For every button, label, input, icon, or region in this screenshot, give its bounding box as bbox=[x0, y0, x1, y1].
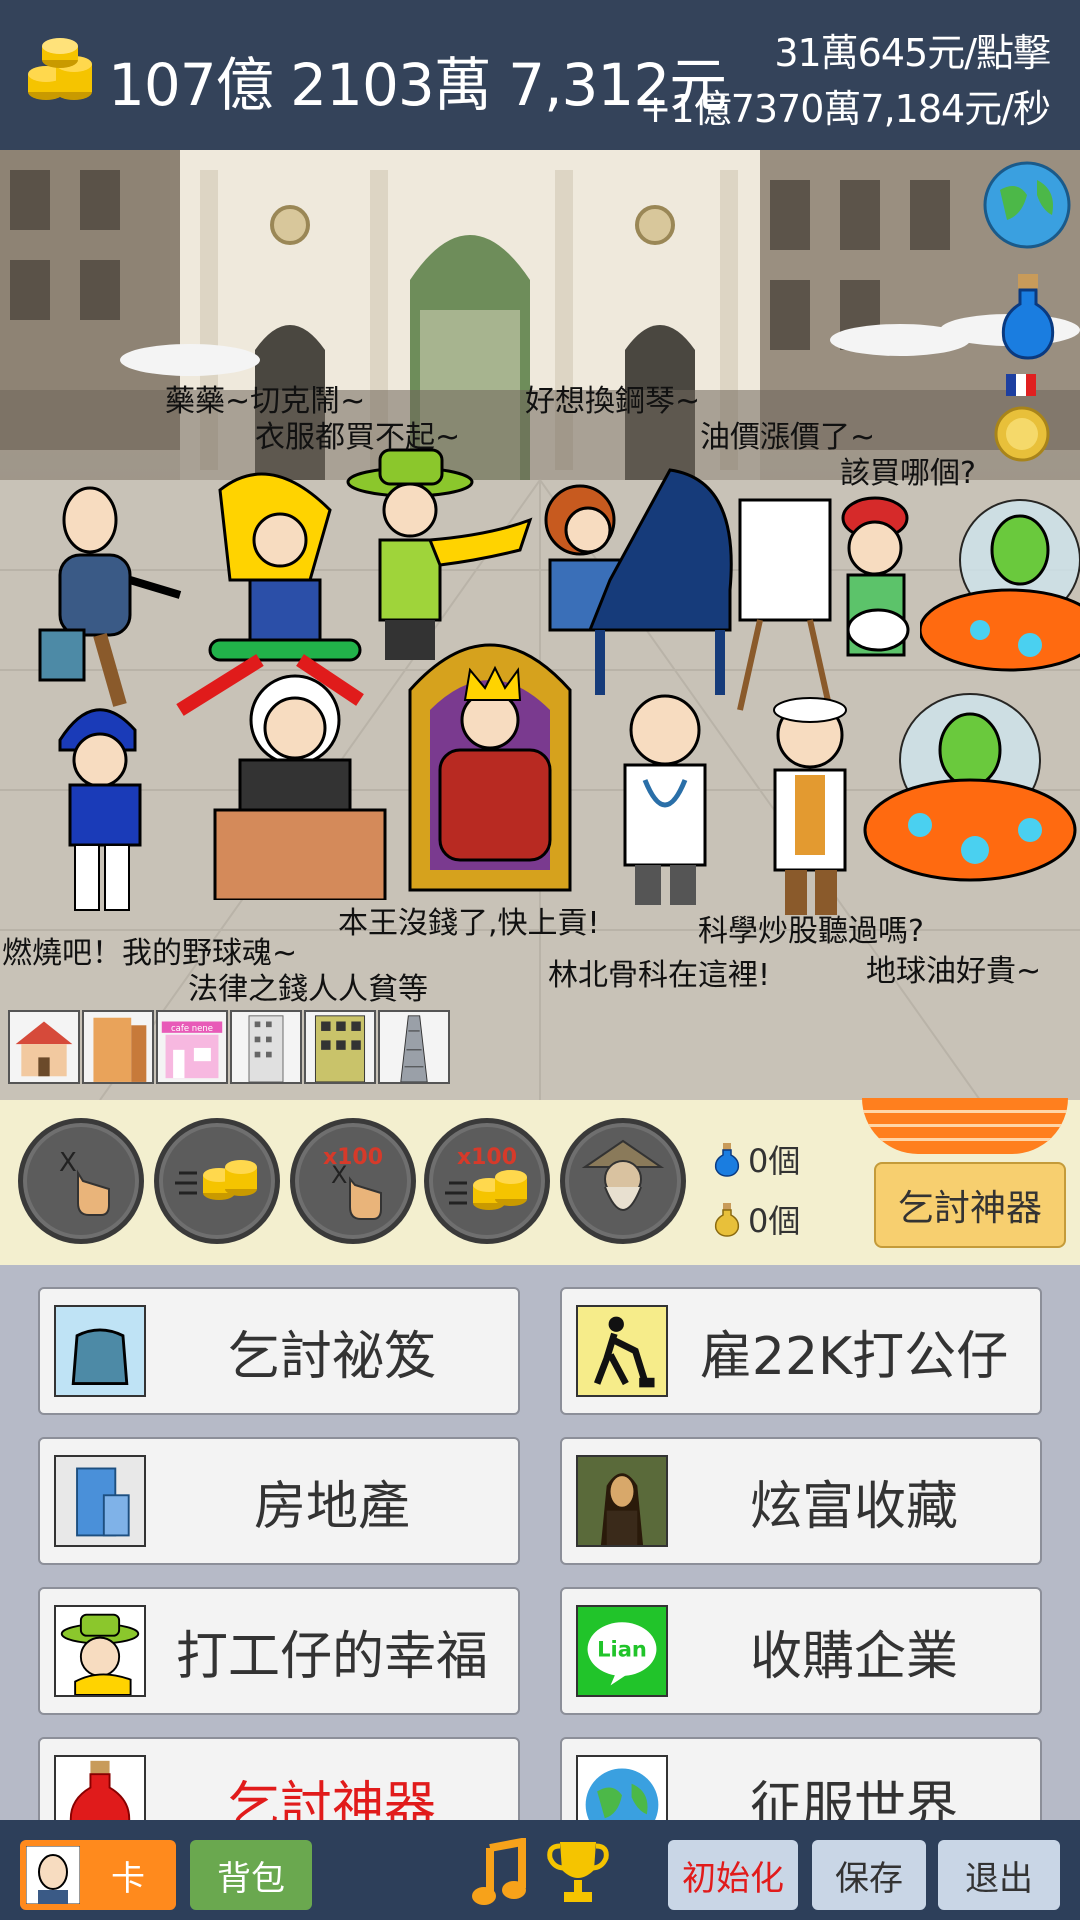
status-header: 107億 2103萬 7,312元 31萬645元/點擊 +1億7370萬7,1… bbox=[0, 0, 1080, 150]
menu-acquire-companies[interactable]: Lian 收購企業 bbox=[560, 1587, 1042, 1715]
menu-label: 乞討祕笈 bbox=[227, 1326, 436, 1387]
apartment-building-icon[interactable] bbox=[82, 1010, 154, 1084]
bag-button[interactable]: 背包 bbox=[190, 1840, 312, 1910]
doctor-character[interactable] bbox=[590, 670, 740, 910]
gold-medal-icon[interactable] bbox=[994, 400, 1050, 464]
exit-button[interactable]: 退出 bbox=[938, 1840, 1060, 1910]
speech-alien: 地球油好貴~ bbox=[866, 954, 1042, 989]
baseball-player-character[interactable] bbox=[40, 690, 180, 920]
cafe-sign-text: cafe nene bbox=[171, 1024, 213, 1034]
tap-hand-icon: X bbox=[331, 1161, 382, 1220]
alien-ufo-character-top[interactable] bbox=[920, 480, 1080, 700]
blue-potion-count: 0個 bbox=[748, 1142, 801, 1180]
music-note-icon[interactable] bbox=[470, 1838, 530, 1908]
menu-label: 乞討神器 bbox=[227, 1776, 436, 1821]
menu-begging-secrets[interactable]: 乞討祕笈 bbox=[38, 1287, 520, 1415]
blue-potion-counter: 0個 bbox=[712, 1136, 800, 1182]
king-character[interactable] bbox=[370, 610, 610, 910]
gold-potion-small-icon bbox=[714, 1203, 740, 1237]
orange-halfcircle-decoration bbox=[862, 1098, 1068, 1154]
menu-beg-artifact[interactable]: 乞討神器 bbox=[38, 1737, 520, 1820]
speech-hat-worker: 衣服都買不起~ bbox=[255, 420, 461, 455]
bottom-toolbar: 卡 背包 初始化 保存 退出 bbox=[0, 1820, 1080, 1920]
lian-app-icon: Lian bbox=[576, 1605, 668, 1697]
coin-boost-button[interactable] bbox=[154, 1118, 280, 1244]
trophy-icon[interactable] bbox=[546, 1836, 610, 1908]
per-second-rate: +1億7370萬7,184元/秒 bbox=[639, 87, 1051, 131]
sage-boost-button[interactable] bbox=[560, 1118, 686, 1244]
globe-icon[interactable] bbox=[982, 160, 1072, 250]
menu-hire-workers[interactable]: 雇22K打公仔 bbox=[560, 1287, 1042, 1415]
judge-character[interactable] bbox=[210, 650, 390, 900]
coin-rush-icon bbox=[175, 1160, 257, 1200]
menu-worker-happiness[interactable]: 打工仔的幸福 bbox=[38, 1587, 520, 1715]
menu-label: 收購企業 bbox=[749, 1626, 958, 1687]
speech-painter-2: 該買哪個? bbox=[840, 456, 976, 491]
house-building-icon[interactable] bbox=[8, 1010, 80, 1084]
beggar-bowl-icon bbox=[54, 1305, 146, 1397]
card-button[interactable]: 卡 bbox=[20, 1840, 176, 1910]
office-building-icon[interactable] bbox=[230, 1010, 302, 1084]
speech-scientist: 科學炒股聽過嗎? bbox=[698, 914, 924, 949]
speech-king: 本王沒錢了,快上貢! bbox=[338, 906, 600, 941]
coin-stack-icon bbox=[28, 38, 92, 100]
speech-pianist: 好想換鋼琴~ bbox=[525, 384, 701, 419]
lian-text: Lian bbox=[597, 1637, 647, 1662]
skyscraper-building-icon[interactable] bbox=[378, 1010, 450, 1084]
menu-label: 炫富收藏 bbox=[749, 1476, 958, 1537]
save-button[interactable]: 保存 bbox=[812, 1840, 926, 1910]
menu-luxury-collection[interactable]: 炫富收藏 bbox=[560, 1437, 1042, 1565]
speech-doctor: 林北骨科在這裡! bbox=[548, 958, 771, 993]
money-total: 107億 2103萬 7,312元 bbox=[108, 51, 727, 119]
avatar bbox=[26, 1846, 80, 1904]
worker-face-icon bbox=[54, 1605, 146, 1697]
tap-hand-icon: X bbox=[59, 1148, 110, 1216]
france-flag-icon bbox=[1006, 374, 1036, 396]
beg-artifact-button[interactable]: 乞討神器 bbox=[874, 1162, 1066, 1248]
alien-ufo-character-bottom[interactable] bbox=[860, 690, 1080, 900]
svg-text:X: X bbox=[331, 1161, 347, 1189]
menu-label: 雇22K打公仔 bbox=[699, 1326, 1009, 1387]
globe-icon bbox=[576, 1755, 668, 1820]
menu-conquer-world[interactable]: 征服世界 bbox=[560, 1737, 1042, 1820]
tower-office-building-icon[interactable] bbox=[304, 1010, 376, 1084]
card-label: 卡 bbox=[111, 1858, 145, 1899]
cafe-building-icon[interactable]: cafe nene bbox=[156, 1010, 228, 1084]
worker-shovel-icon bbox=[576, 1305, 668, 1397]
speech-judge: 法律之錢人人貧等 bbox=[188, 972, 428, 1007]
per-click-rate: 31萬645元/點擊 bbox=[774, 31, 1051, 75]
click-boost-x100-button[interactable]: x100 X bbox=[290, 1118, 416, 1244]
main-menu: 乞討祕笈 雇22K打公仔 房地產 炫富收藏 打工仔的幸福 Lian 收購企業 乞… bbox=[0, 1265, 1080, 1820]
building-icon bbox=[54, 1455, 146, 1547]
owned-buildings-bar: cafe nene bbox=[8, 1010, 450, 1086]
old-sage-icon bbox=[581, 1139, 665, 1211]
click-boost-button[interactable]: X bbox=[18, 1118, 144, 1244]
svg-text:X: X bbox=[59, 1148, 77, 1178]
reset-button[interactable]: 初始化 bbox=[668, 1840, 798, 1910]
blue-potion-icon[interactable] bbox=[998, 270, 1058, 360]
potion-icon bbox=[54, 1755, 146, 1820]
game-scene[interactable]: 藥藥~切克鬧~ 衣服都買不起~ 好想換鋼琴~ 油價漲價了~ 該買哪個? 燃燒吧！… bbox=[0, 150, 1080, 1100]
gold-potion-count: 0個 bbox=[748, 1202, 801, 1240]
menu-label: 房地產 bbox=[253, 1476, 410, 1537]
menu-label: 征服世界 bbox=[749, 1776, 958, 1821]
coin-boost-x100-button[interactable]: x100 bbox=[424, 1118, 550, 1244]
blue-potion-small-icon bbox=[714, 1143, 740, 1177]
coin-rush-icon bbox=[445, 1170, 527, 1210]
menu-label: 打工仔的幸福 bbox=[175, 1626, 488, 1687]
mona-lisa-icon bbox=[576, 1455, 668, 1547]
gold-potion-counter: 0個 bbox=[712, 1196, 800, 1242]
menu-real-estate[interactable]: 房地產 bbox=[38, 1437, 520, 1565]
